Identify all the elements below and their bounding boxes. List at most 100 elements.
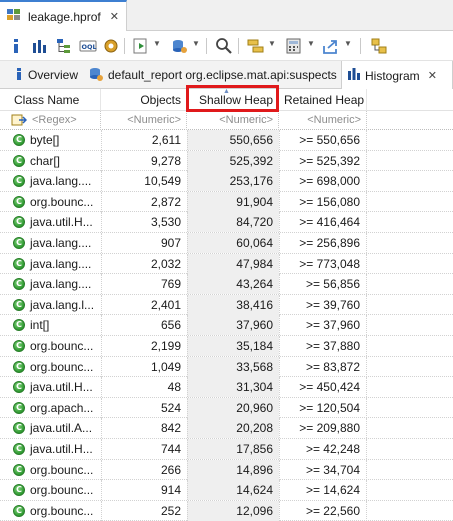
chevron-down-icon[interactable]: ▼ [268, 39, 276, 48]
chevron-down-icon[interactable]: ▼ [192, 39, 200, 48]
retained-heap-filter[interactable]: <Numeric> [279, 111, 367, 130]
class-icon: C [13, 257, 25, 270]
class-name-text: org.apach... [30, 400, 94, 415]
dominator-tree-icon[interactable] [55, 37, 73, 55]
class-name-cell: Cint[] [13, 315, 101, 335]
calculate-retained-icon[interactable] [285, 37, 303, 55]
objects-cell: 2,872 [101, 191, 187, 212]
search-icon[interactable] [215, 37, 233, 55]
shallow-heap-filter[interactable]: <Numeric> [187, 111, 279, 130]
class-icon: C [13, 175, 25, 188]
chevron-down-icon[interactable]: ▼ [153, 39, 161, 48]
tab-label: Histogram [365, 68, 420, 83]
shallow-heap-cell: 38,416 [187, 294, 279, 315]
report-icon [88, 66, 104, 85]
table-row[interactable]: Cchar[] 9,278 525,392 >= 525,392 [0, 150, 453, 172]
objects-cell: 656 [101, 315, 187, 336]
class-icon: C [13, 319, 25, 332]
retained-heap-cell: >= 120,504 [279, 397, 367, 418]
shallow-heap-cell: 12,096 [187, 500, 279, 521]
table-row[interactable]: Corg.apach... 524 20,960 >= 120,504 [0, 397, 453, 419]
toolbar-separator [238, 38, 239, 54]
tab-label: Overview [28, 68, 79, 82]
class-name-cell: Corg.apach... [13, 398, 101, 418]
tab-histogram[interactable]: Histogram ✕ [341, 61, 453, 90]
column-header-objects[interactable]: Objects [101, 89, 187, 111]
chevron-down-icon[interactable]: ▼ [344, 39, 352, 48]
class-name-text: org.bounc... [30, 483, 94, 498]
table-row[interactable]: Cjava.lang.l... 2,401 38,416 >= 39,760 [0, 294, 453, 316]
table-row[interactable]: Cjava.lang.... 907 60,064 >= 256,896 [0, 233, 453, 254]
class-name-text: java.lang.l... [30, 297, 95, 312]
table-row[interactable]: Corg.bounc... 1,049 33,568 >= 83,872 [0, 356, 453, 378]
objects-filter[interactable]: <Numeric> [101, 111, 187, 130]
shallow-heap-cell: 84,720 [187, 212, 279, 233]
class-name-cell: Corg.bounc... [13, 501, 101, 521]
chevron-down-icon[interactable]: ▼ [307, 39, 315, 48]
shallow-heap-cell: 60,064 [187, 233, 279, 253]
shallow-heap-cell: 33,568 [187, 356, 279, 377]
shallow-heap-cell: 35,184 [187, 336, 279, 356]
objects-cell: 2,401 [101, 294, 187, 315]
table-row[interactable]: Cjava.lang.... 10,549 253,176 >= 698,000 [0, 171, 453, 192]
retained-heap-cell: >= 209,880 [279, 418, 367, 439]
class-name-text: org.bounc... [30, 339, 94, 353]
column-header-retained-heap[interactable]: Retained Heap [279, 89, 367, 111]
histogram-icon[interactable] [31, 37, 49, 55]
tab-default-report[interactable]: default_report org.eclipse.mat.api:suspe… [88, 61, 337, 89]
class-icon: C [13, 422, 25, 435]
retained-heap-cell: >= 450,424 [279, 377, 367, 398]
info-icon[interactable] [8, 37, 26, 55]
view-tab-bar: Overview default_report org.eclipse.mat.… [0, 61, 453, 90]
table-row[interactable]: Cjava.lang.... 2,032 47,984 >= 773,048 [0, 253, 453, 275]
column-header-class-name[interactable]: Class Name [9, 89, 101, 111]
oql-icon[interactable]: OQL [79, 37, 97, 55]
pin-icon[interactable] [370, 37, 388, 55]
retained-heap-cell: >= 83,872 [279, 356, 367, 377]
retained-heap-cell: >= 34,704 [279, 459, 367, 480]
heap-dump-overview-icon[interactable] [102, 37, 120, 55]
retained-heap-cell: >= 416,464 [279, 212, 367, 233]
class-name-cell: Cjava.lang.l... [13, 295, 101, 315]
histogram-icon [347, 67, 361, 84]
toolbar-separator [360, 38, 361, 54]
close-icon[interactable]: ✕ [110, 10, 119, 23]
tab-overview[interactable]: Overview [14, 61, 78, 89]
objects-cell: 9,278 [101, 150, 187, 171]
table-row[interactable]: Cjava.lang.... 769 43,264 >= 56,856 [0, 274, 453, 295]
table-row[interactable]: Cbyte[] 2,611 550,656 >= 550,656 [0, 130, 453, 151]
table-row[interactable]: Cjava.util.H... 744 17,856 >= 42,248 [0, 439, 453, 460]
table-row[interactable]: Corg.bounc... 914 14,624 >= 14,624 [0, 480, 453, 501]
heap-dump-file-icon [6, 7, 22, 26]
class-name-filter[interactable]: <Regex> [27, 111, 101, 130]
table-row[interactable]: Corg.bounc... 252 12,096 >= 22,560 [0, 500, 453, 521]
class-name-cell: Cjava.util.H... [13, 212, 101, 232]
tab-label: default_report org.eclipse.mat.api:suspe… [108, 68, 337, 82]
query-browser-icon[interactable] [170, 37, 188, 55]
table-row[interactable]: Cjava.util.H... 3,530 84,720 >= 416,464 [0, 212, 453, 233]
objects-cell: 3,530 [101, 212, 187, 233]
close-icon[interactable]: ✕ [428, 69, 437, 82]
class-name-cell: Cjava.lang.... [13, 254, 101, 274]
export-icon[interactable] [322, 37, 340, 55]
editor-tab-bar: leakage.hprof ✕ [0, 0, 453, 31]
editor-tab-leakage-hprof[interactable]: leakage.hprof ✕ [0, 0, 127, 31]
table-row[interactable]: Corg.bounc... 266 14,896 >= 34,704 [0, 459, 453, 481]
table-row[interactable]: Corg.bounc... 2,199 35,184 >= 37,880 [0, 336, 453, 357]
table-row[interactable]: Corg.bounc... 2,872 91,904 >= 156,080 [0, 191, 453, 213]
group-by-icon[interactable] [247, 37, 265, 55]
table-row[interactable]: Cint[] 656 37,960 >= 37,960 [0, 315, 453, 336]
objects-cell: 252 [101, 500, 187, 521]
shallow-heap-cell: 37,960 [187, 315, 279, 336]
class-name-cell: Cjava.lang.... [13, 171, 101, 191]
class-icon: C [13, 154, 25, 167]
class-name-text: java.util.H... [30, 380, 93, 395]
class-name-cell: Corg.bounc... [13, 460, 101, 480]
column-header-shallow-heap[interactable]: Shallow Heap [187, 89, 279, 111]
retained-heap-cell: >= 550,656 [279, 130, 367, 150]
table-row[interactable]: Cjava.util.A... 842 20,208 >= 209,880 [0, 418, 453, 439]
table-row[interactable]: Cjava.util.H... 48 31,304 >= 450,424 [0, 377, 453, 398]
svg-text:OQL: OQL [82, 43, 97, 51]
run-expert-report-icon[interactable] [132, 37, 150, 55]
objects-cell: 907 [101, 233, 187, 253]
